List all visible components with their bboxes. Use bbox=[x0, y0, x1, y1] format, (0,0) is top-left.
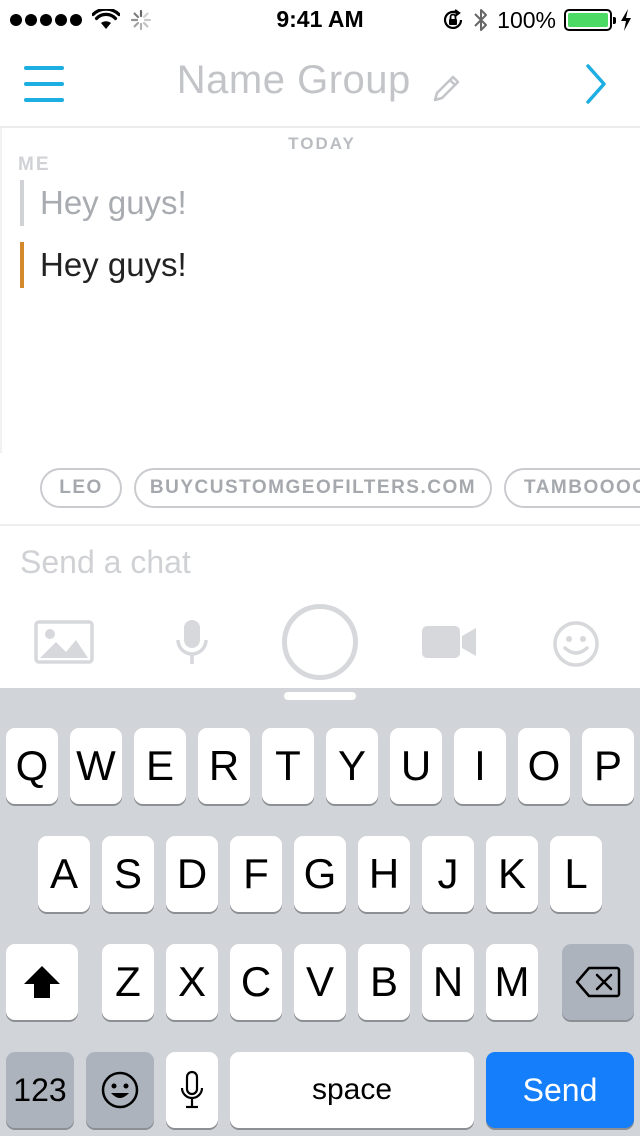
microphone-icon bbox=[180, 1070, 204, 1109]
key-f[interactable]: F bbox=[230, 836, 282, 912]
chevron-right-icon[interactable] bbox=[582, 62, 610, 106]
key-k[interactable]: K bbox=[486, 836, 538, 912]
pencil-icon[interactable] bbox=[429, 72, 463, 106]
space-key[interactable]: space bbox=[230, 1052, 474, 1128]
key-i[interactable]: I bbox=[454, 728, 506, 804]
key-n[interactable]: N bbox=[422, 944, 474, 1020]
key-h[interactable]: H bbox=[358, 836, 410, 912]
photo-icon[interactable] bbox=[34, 620, 94, 664]
key-j[interactable]: J bbox=[422, 836, 474, 912]
shift-key[interactable] bbox=[6, 944, 78, 1020]
video-camera-icon[interactable] bbox=[422, 624, 476, 660]
keyboard-handle[interactable] bbox=[284, 692, 356, 700]
dictation-key[interactable] bbox=[166, 1052, 218, 1128]
emoji-keyboard-key[interactable] bbox=[86, 1052, 154, 1128]
charging-icon bbox=[621, 9, 631, 31]
numbers-key[interactable]: 123 bbox=[6, 1052, 74, 1128]
emoji-icon[interactable] bbox=[552, 620, 600, 668]
group-title-area[interactable]: Name Group bbox=[0, 58, 640, 106]
group-title[interactable]: Name Group bbox=[177, 58, 411, 102]
key-r[interactable]: R bbox=[198, 728, 250, 804]
key-d[interactable]: D bbox=[166, 836, 218, 912]
key-x[interactable]: X bbox=[166, 944, 218, 1020]
status-bar: 9:41 AM 100% bbox=[0, 0, 640, 40]
key-a[interactable]: A bbox=[38, 836, 90, 912]
composer-tools bbox=[0, 600, 640, 688]
key-c[interactable]: C bbox=[230, 944, 282, 1020]
battery-icon bbox=[564, 9, 616, 31]
key-t[interactable]: T bbox=[262, 728, 314, 804]
emoji-keyboard-icon bbox=[101, 1071, 139, 1109]
key-g[interactable]: G bbox=[294, 836, 346, 912]
key-e[interactable]: E bbox=[134, 728, 186, 804]
status-right: 100% bbox=[441, 7, 632, 33]
send-button[interactable]: Send bbox=[486, 1052, 634, 1128]
key-v[interactable]: V bbox=[294, 944, 346, 1020]
rotation-lock-icon bbox=[444, 9, 463, 29]
suggestion-chip[interactable]: BUYCUSTOMGEOFILTERS.COM bbox=[134, 468, 492, 508]
key-w[interactable]: W bbox=[70, 728, 122, 804]
key-s[interactable]: S bbox=[102, 836, 154, 912]
backspace-icon bbox=[575, 966, 621, 998]
key-z[interactable]: Z bbox=[102, 944, 154, 1020]
microphone-icon[interactable] bbox=[174, 618, 210, 666]
key-y[interactable]: Y bbox=[326, 728, 378, 804]
key-u[interactable]: U bbox=[390, 728, 442, 804]
chat-input[interactable]: Send a chat bbox=[20, 544, 620, 588]
date-separator: TODAY bbox=[288, 134, 356, 153]
key-o[interactable]: O bbox=[518, 728, 570, 804]
key-q[interactable]: Q bbox=[6, 728, 58, 804]
keyboard: Q W E R T Y U I O P A S D F G H J K L Z … bbox=[0, 688, 640, 1136]
bluetooth-icon bbox=[474, 9, 488, 31]
chat-header: Name Group bbox=[0, 40, 640, 128]
sender-label: ME bbox=[18, 154, 51, 175]
message-pending[interactable]: Hey guys! bbox=[20, 180, 187, 226]
composer-divider bbox=[0, 524, 640, 526]
key-b[interactable]: B bbox=[358, 944, 410, 1020]
chat-history[interactable]: TODAY ME Hey guys! Hey guys! bbox=[0, 128, 640, 453]
battery-percent: 100% bbox=[497, 6, 556, 33]
suggestion-chip[interactable]: LEO bbox=[40, 468, 122, 508]
key-l[interactable]: L bbox=[550, 836, 602, 912]
key-m[interactable]: M bbox=[486, 944, 538, 1020]
message-sent[interactable]: Hey guys! bbox=[20, 242, 187, 288]
suggestion-chips: LEO BUYCUSTOMGEOFILTERS.COM TAMBOOOO bbox=[0, 468, 640, 510]
capture-button[interactable] bbox=[282, 604, 358, 680]
shift-icon bbox=[24, 966, 60, 998]
backspace-key[interactable] bbox=[562, 944, 634, 1020]
key-p[interactable]: P bbox=[582, 728, 634, 804]
suggestion-chip[interactable]: TAMBOOOO bbox=[504, 468, 640, 508]
